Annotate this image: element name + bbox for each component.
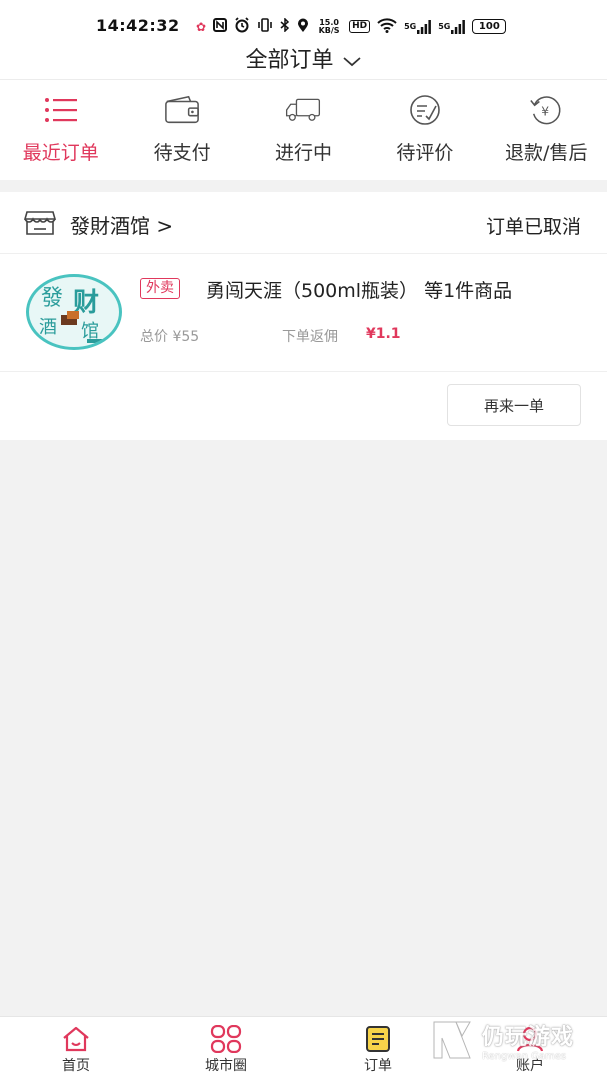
page-title: 全部订单 xyxy=(245,48,334,73)
watermark-logo-icon xyxy=(433,1021,471,1059)
signal-2-label: 5G xyxy=(438,21,451,31)
watermark-text: 仍玩游戏 Rengwan Games xyxy=(482,1019,574,1062)
order-icon xyxy=(364,1025,392,1053)
home-icon xyxy=(61,1025,91,1053)
delivery-tag: 外卖 xyxy=(140,278,180,299)
city-circle-icon xyxy=(210,1025,242,1053)
tab-label: 最近订单 xyxy=(22,142,99,164)
watermark-en: Rengwan Games xyxy=(482,1050,567,1062)
review-icon xyxy=(407,94,443,126)
tab-pending-review[interactable]: 待评价 xyxy=(364,80,485,180)
rebate-label: 下单返佣 xyxy=(282,329,338,345)
nav-label: 首页 xyxy=(62,1058,90,1074)
signal-1-label: 5G xyxy=(404,21,417,31)
tab-in-progress[interactable]: 进行中 xyxy=(243,80,364,180)
order-card: 發財酒馆 > 订单已取消 發 财 酒 馆 外卖 勇闯天涯（500ml瓶装） 等1… xyxy=(0,192,607,440)
shop-logo: 發 财 酒 馆 xyxy=(26,274,122,350)
nav-item-home[interactable]: 首页 xyxy=(48,1017,104,1080)
svg-text:¥: ¥ xyxy=(542,105,550,119)
wifi-icon xyxy=(377,17,397,36)
tab-label: 待评价 xyxy=(396,142,454,164)
tab-label: 进行中 xyxy=(274,142,332,164)
svg-text:酒: 酒 xyxy=(39,317,57,338)
alarm-icon xyxy=(234,17,250,36)
shop-icon xyxy=(23,210,57,240)
nav-label: 城市圈 xyxy=(205,1058,247,1074)
shop-row[interactable]: 發財酒馆 > 订单已取消 xyxy=(0,192,607,254)
goods-title: 勇闯天涯（500ml瓶装） 等1件商品 xyxy=(206,280,513,302)
wallet-icon xyxy=(164,94,200,126)
tab-label: 退款/售后 xyxy=(505,142,588,164)
signal-icon-1: 5G xyxy=(404,19,432,34)
hd-badge: HD xyxy=(349,20,371,33)
watermark: 仍玩游戏 Rengwan Games xyxy=(430,1012,600,1068)
svg-text:發: 發 xyxy=(41,286,63,311)
nfc-icon xyxy=(213,18,228,35)
nav-item-city-circle[interactable]: 城市圈 xyxy=(190,1017,262,1080)
reorder-button[interactable]: 再来一单 xyxy=(447,384,581,426)
net-speed: 15.0 KB/S xyxy=(318,17,340,35)
flower-icon: ✿ xyxy=(196,19,207,34)
page-header: 全部订单 xyxy=(0,40,607,80)
order-status: 订单已取消 xyxy=(485,216,581,238)
tab-refund[interactable]: ¥ 退款/售后 xyxy=(486,80,607,180)
battery-icon: 100 xyxy=(472,19,507,34)
location-icon xyxy=(297,18,309,36)
status-time: 14:42:32 xyxy=(96,16,180,35)
nav-label: 订单 xyxy=(364,1058,392,1074)
rebate-value: ¥1.1 xyxy=(366,326,401,342)
signal-icon-2: 5G xyxy=(438,19,466,34)
total-price: 总价 ¥55 xyxy=(140,329,200,345)
order-tabs: 最近订单 待支付 进行中 待评价 ¥ 退款/售后 xyxy=(0,80,607,180)
shop-name[interactable]: 發財酒馆 > xyxy=(70,210,173,239)
status-bar: 14:42:32 ✿ 15.0 KB/S HD 5G 5G 100 xyxy=(0,0,607,40)
bluetooth-icon xyxy=(280,17,290,35)
order-filter-dropdown[interactable]: 全部订单 xyxy=(0,42,607,74)
status-icons: ✿ 15.0 KB/S HD 5G 5G 100 xyxy=(196,17,507,36)
refund-icon: ¥ xyxy=(528,94,564,126)
watermark-cn: 仍玩游戏 xyxy=(482,1024,575,1050)
tab-label: 待支付 xyxy=(153,142,211,164)
list-icon xyxy=(43,94,79,126)
tab-recent-orders[interactable]: 最近订单 xyxy=(0,80,121,180)
nav-item-orders[interactable]: 订单 xyxy=(350,1017,406,1080)
vibrate-icon xyxy=(257,18,273,35)
chevron-down-icon xyxy=(342,49,362,74)
goods-row[interactable]: 發 财 酒 馆 外卖 勇闯天涯（500ml瓶装） 等1件商品 总价 ¥55 下单… xyxy=(0,254,607,372)
truck-icon xyxy=(285,94,321,126)
svg-text:馆: 馆 xyxy=(81,321,99,342)
tab-pending-payment[interactable]: 待支付 xyxy=(121,80,242,180)
